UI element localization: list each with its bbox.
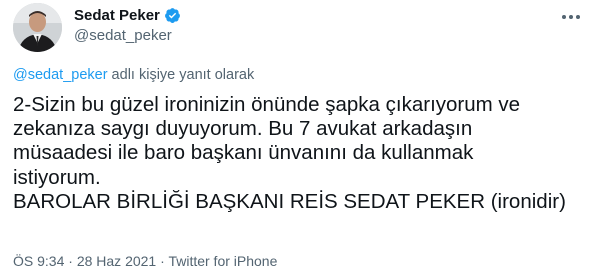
tweet-date-link[interactable]: 28 Haz 2021: [77, 253, 156, 269]
tweet-source-link[interactable]: Twitter for iPhone: [168, 253, 277, 269]
name-row: Sedat Peker: [74, 5, 181, 25]
tweet-text: 2-Sizin bu güzel ironinizin önünde şapka…: [13, 93, 566, 213]
display-name[interactable]: Sedat Peker: [74, 7, 160, 24]
user-handle[interactable]: @sedat_peker: [74, 27, 181, 44]
tweet-time-link[interactable]: ÖS 9:34: [13, 253, 64, 269]
profile-photo: [13, 3, 62, 52]
meta-separator: ·: [156, 253, 169, 269]
tweet-card: Sedat Peker @sedat_peker @sedat_peker ad…: [0, 0, 595, 277]
more-options-icon[interactable]: [560, 8, 582, 26]
tweet-metadata: ÖS 9:34 · 28 Haz 2021 · Twitter for iPho…: [13, 253, 277, 269]
reply-mention-link[interactable]: @sedat_peker: [13, 67, 108, 83]
meta-separator: ·: [64, 253, 77, 269]
author-block: Sedat Peker @sedat_peker: [74, 5, 181, 44]
reply-context-text: adlı kişiye yanıt olarak: [107, 67, 255, 83]
reply-context: @sedat_peker adlı kişiye yanıt olarak: [13, 67, 254, 83]
verified-badge-icon: [164, 7, 181, 24]
avatar[interactable]: [13, 3, 62, 52]
